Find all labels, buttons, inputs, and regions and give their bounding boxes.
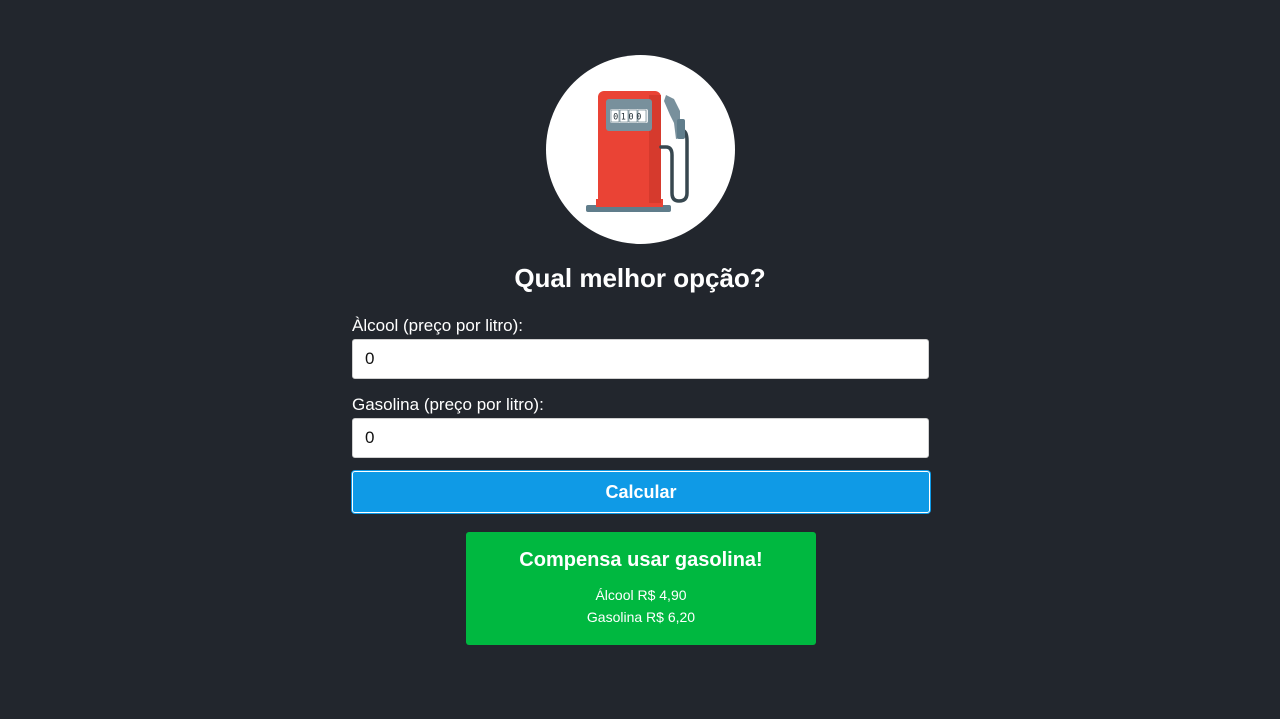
logo: 0100: [546, 55, 735, 244]
gasolina-label: Gasolina (preço por litro):: [352, 395, 544, 414]
pump-display: 0100: [610, 109, 647, 123]
page: 0100 Qual melhor opção? Àlcool (preço po…: [0, 0, 1280, 719]
svg-text:0100: 0100: [613, 113, 644, 123]
result-box: Compensa usar gasolina! Álcool R$ 4,90 G…: [466, 532, 816, 645]
alcool-label: Àlcool (preço por litro):: [352, 316, 524, 335]
gasolina-price-input[interactable]: [352, 418, 929, 458]
alcool-price-input[interactable]: [352, 339, 929, 379]
gas-pump-icon: 0100: [586, 91, 689, 212]
page-title: Qual melhor opção?: [514, 263, 766, 293]
result-gasolina-price: Gasolina R$ 6,20: [586, 609, 696, 625]
result-alcool-price: Álcool R$ 4,90: [595, 587, 687, 603]
result-title: Compensa usar gasolina!: [519, 549, 763, 571]
calcular-button[interactable]: Calcular: [352, 471, 930, 513]
